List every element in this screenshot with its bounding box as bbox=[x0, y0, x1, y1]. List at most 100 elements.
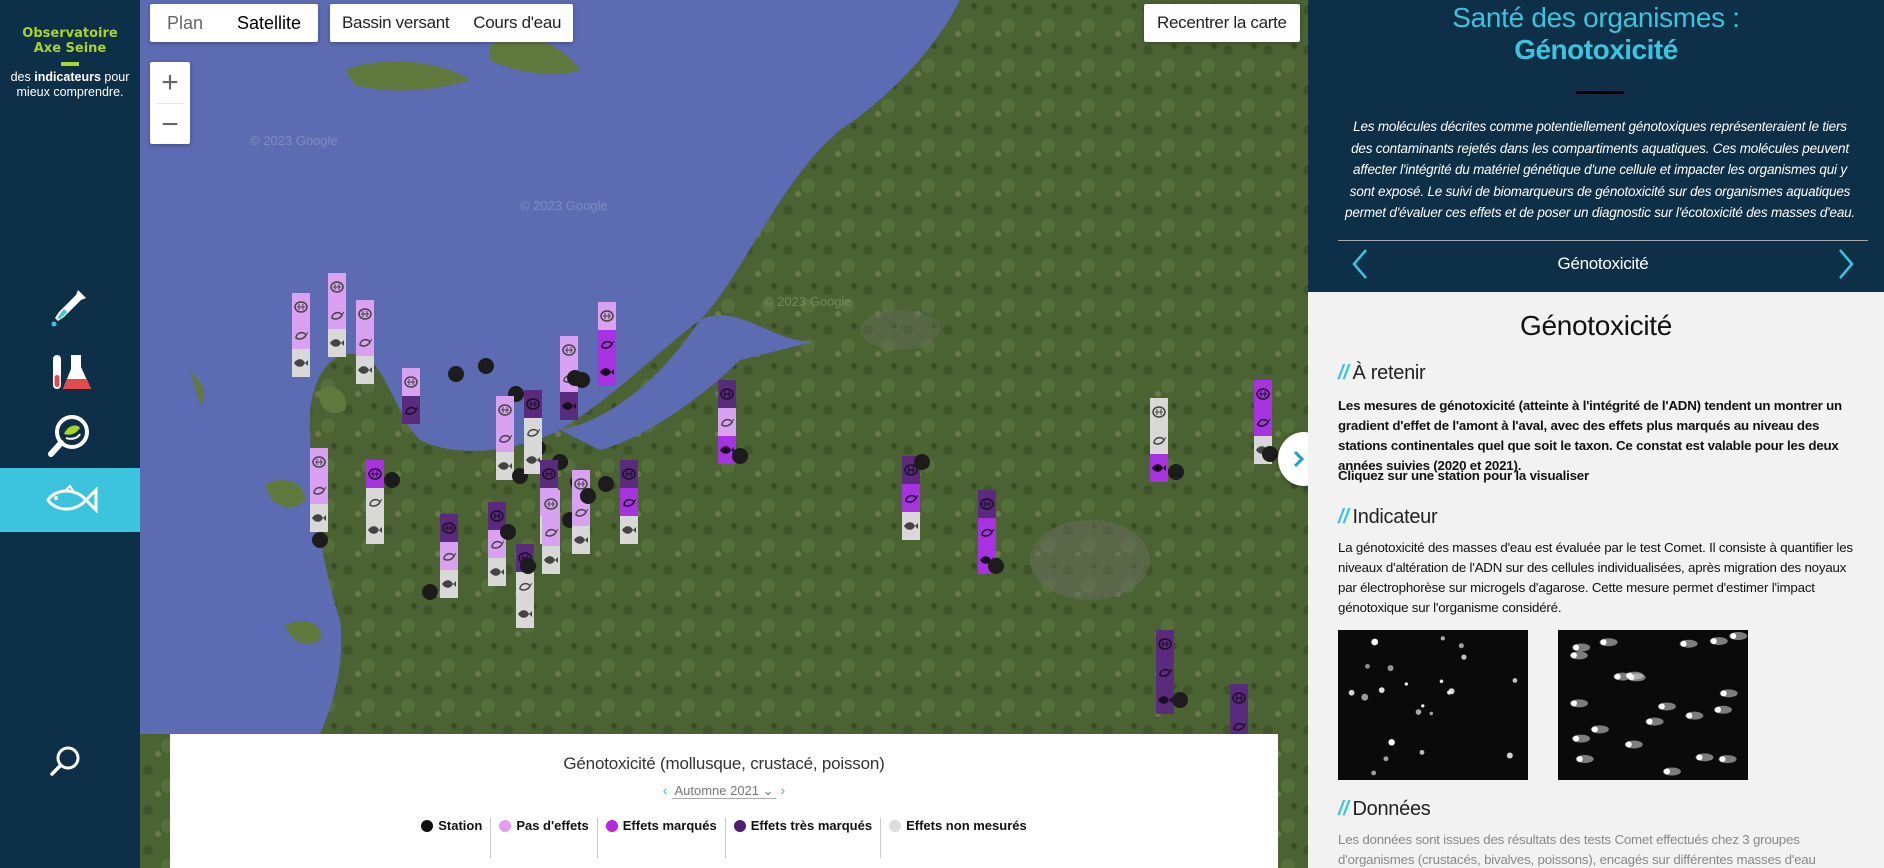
map[interactable]: © 2023 Google © 2023 Google © 2023 Googl… bbox=[140, 0, 1308, 868]
map-type-plan[interactable]: Plan bbox=[150, 4, 220, 42]
fish-icon bbox=[292, 349, 310, 377]
body-title: Génotoxicité bbox=[1519, 310, 1673, 341]
logo-line2: Axe Seine bbox=[33, 41, 107, 56]
fish-icon bbox=[356, 356, 374, 384]
chevron-right-icon[interactable] bbox=[1836, 248, 1856, 280]
station-dot[interactable] bbox=[422, 584, 438, 600]
crustacean-icon bbox=[718, 408, 736, 436]
station-marker[interactable] bbox=[488, 502, 506, 586]
legend-title: Génotoxicité (mollusque, crustacé, poiss… bbox=[563, 754, 885, 773]
crustacean-icon bbox=[1156, 658, 1174, 686]
season-select[interactable]: Automne 2021 ⌄ bbox=[672, 783, 776, 799]
fish-icon bbox=[516, 600, 534, 628]
section-heading-retenir: //À retenir bbox=[1338, 362, 1426, 384]
mollusc-icon bbox=[328, 273, 346, 301]
station-dot[interactable] bbox=[448, 366, 464, 382]
station-marker[interactable] bbox=[542, 490, 560, 574]
station-dot[interactable] bbox=[500, 524, 516, 540]
fish-icon bbox=[542, 546, 560, 574]
station-dot[interactable] bbox=[520, 558, 536, 574]
indicator-nav-label: Génotoxicité bbox=[1557, 254, 1649, 273]
section-heading-donnees: //Données bbox=[1338, 798, 1431, 820]
station-dot[interactable] bbox=[1168, 464, 1184, 480]
station-dot[interactable] bbox=[1172, 692, 1188, 708]
station-marker[interactable] bbox=[356, 300, 374, 384]
station-marker[interactable] bbox=[366, 460, 384, 544]
zoom-in-button[interactable]: + bbox=[150, 62, 190, 103]
station-marker[interactable] bbox=[516, 544, 534, 628]
logo[interactable]: Observatoire Axe Seine des indicateurs p… bbox=[0, 26, 140, 100]
layer-cours-eau[interactable]: Cours d'eau bbox=[461, 4, 573, 42]
sidebar-item-biomonitoring[interactable] bbox=[0, 404, 140, 468]
station-marker[interactable] bbox=[1150, 398, 1168, 482]
station-dot[interactable] bbox=[988, 558, 1004, 574]
station-marker[interactable] bbox=[440, 514, 458, 598]
legend-swatch bbox=[733, 820, 746, 832]
tagline: des indicateurs pour mieux comprendre. bbox=[10, 70, 130, 99]
recenter-button[interactable]: Recentrer la carte bbox=[1144, 4, 1300, 42]
mollusc-icon bbox=[1254, 380, 1272, 408]
station-marker[interactable] bbox=[328, 273, 346, 357]
panel-intro: Les molécules décrites comme potentielle… bbox=[1345, 119, 1855, 220]
logo-bar bbox=[61, 62, 79, 66]
mollusc-icon bbox=[542, 490, 560, 518]
sidebar: Observatoire Axe Seine des indicateurs p… bbox=[0, 0, 140, 868]
station-marker[interactable] bbox=[292, 293, 310, 377]
chevron-right-icon bbox=[1293, 450, 1305, 468]
section-heading-indicateur: //Indicateur bbox=[1338, 506, 1438, 528]
station-marker[interactable] bbox=[496, 396, 514, 480]
legend-label: Station bbox=[438, 818, 483, 833]
station-dot[interactable] bbox=[312, 532, 328, 548]
chevron-left-icon[interactable] bbox=[1350, 248, 1370, 280]
season-next-icon[interactable]: › bbox=[776, 782, 791, 798]
crustacean-icon bbox=[1254, 408, 1272, 436]
nav-divider bbox=[1338, 240, 1868, 241]
panel-divider bbox=[1576, 91, 1624, 94]
station-dot[interactable] bbox=[732, 448, 748, 464]
map-watermark: © 2023 Google bbox=[764, 294, 852, 309]
station-marker[interactable] bbox=[572, 470, 590, 554]
mollusc-icon bbox=[620, 460, 638, 488]
mollusc-icon bbox=[402, 368, 420, 396]
fish-icon bbox=[310, 504, 328, 532]
crustacean-icon bbox=[366, 488, 384, 516]
station-marker[interactable] bbox=[598, 302, 616, 386]
crustacean-icon bbox=[620, 488, 638, 516]
season-prev-icon[interactable]: ‹ bbox=[658, 782, 673, 798]
mollusc-icon bbox=[1150, 398, 1168, 426]
layer-bassin-versant[interactable]: Bassin versant bbox=[330, 4, 461, 42]
station-dot[interactable] bbox=[580, 488, 596, 504]
station-dot[interactable] bbox=[914, 454, 930, 470]
station-dot[interactable] bbox=[574, 372, 590, 388]
zoom-control: + − bbox=[150, 62, 190, 144]
crustacean-icon bbox=[1150, 426, 1168, 454]
crustacean-icon bbox=[542, 518, 560, 546]
fish-icon bbox=[902, 512, 920, 540]
legend-item: Pas d'effets bbox=[491, 818, 598, 858]
sidebar-item-pipette[interactable] bbox=[0, 274, 140, 338]
legend-item: Effets très marqués bbox=[726, 818, 882, 858]
panel-title: Santé des organismes : bbox=[1452, 2, 1740, 33]
crustacean-icon bbox=[496, 424, 514, 452]
map-type-satellite[interactable]: Satellite bbox=[220, 4, 318, 42]
mollusc-icon bbox=[310, 448, 328, 476]
search-button[interactable] bbox=[46, 742, 86, 782]
map-legend: Génotoxicité (mollusque, crustacé, poiss… bbox=[170, 734, 1278, 868]
legend-swatch bbox=[499, 820, 512, 832]
mollusc-icon bbox=[540, 460, 558, 488]
crustacean-icon bbox=[902, 484, 920, 512]
sidebar-item-flask[interactable] bbox=[0, 340, 140, 404]
sidebar-item-organismes[interactable] bbox=[0, 468, 140, 532]
fish-icon bbox=[598, 358, 616, 386]
station-marker[interactable] bbox=[620, 460, 638, 544]
logo-line1: Observatoire bbox=[22, 26, 118, 41]
station-dot[interactable] bbox=[598, 476, 614, 492]
station-dot[interactable] bbox=[384, 472, 400, 488]
station-marker[interactable] bbox=[310, 448, 328, 532]
station-marker[interactable] bbox=[1230, 684, 1248, 740]
station-dot[interactable] bbox=[478, 358, 494, 374]
station-marker[interactable] bbox=[402, 368, 420, 424]
station-dot[interactable] bbox=[1262, 446, 1278, 462]
zoom-out-button[interactable]: − bbox=[150, 104, 190, 145]
legend-items: Station Pas d'effets Effets marqués Effets … bbox=[170, 818, 1278, 858]
